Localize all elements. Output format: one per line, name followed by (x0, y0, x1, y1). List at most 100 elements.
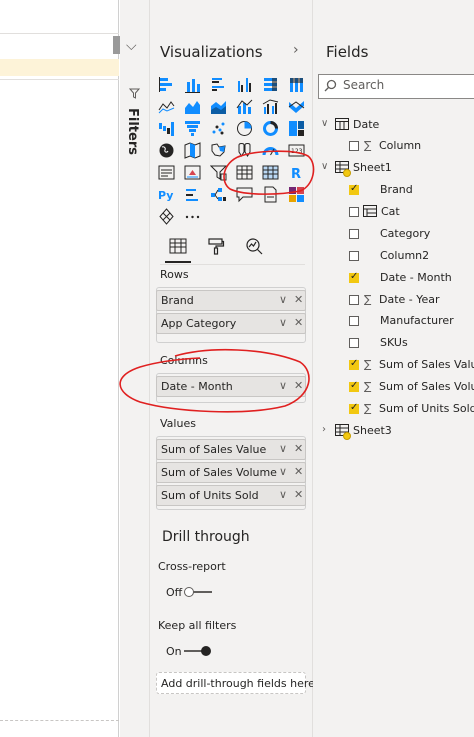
field-category[interactable]: Category (319, 225, 474, 245)
chevron-down-icon[interactable]: ⌵ (126, 38, 137, 54)
table-date[interactable]: ∨ Date (319, 116, 469, 136)
build-visual-tab[interactable] (166, 234, 190, 258)
chevron-down-icon[interactable]: ∨ (321, 118, 328, 129)
field-brand[interactable]: Brand (319, 181, 474, 201)
close-icon[interactable]: ✕ (294, 379, 303, 392)
chevron-down-icon[interactable]: ∨ (279, 293, 287, 306)
field-checkbox[interactable] (349, 206, 359, 217)
field-checkbox[interactable] (349, 316, 359, 327)
drill-through-dropzone[interactable]: Add drill-through fields here (156, 672, 315, 694)
line-chart-icon[interactable] (157, 97, 175, 115)
power-automate-icon[interactable] (157, 207, 175, 225)
field-date-column[interactable]: ∑ Column (319, 137, 469, 157)
multirow-card-icon[interactable] (157, 163, 175, 181)
format-tab[interactable] (204, 234, 228, 258)
python-visual-icon[interactable]: Py (157, 185, 175, 203)
field-column2[interactable]: Column2 (319, 247, 474, 267)
keep-filters-toggle[interactable] (184, 644, 214, 658)
qa-icon[interactable] (235, 185, 253, 203)
r-visual-icon[interactable]: R (287, 163, 305, 181)
field-checkbox[interactable] (349, 141, 359, 151)
chevron-right-icon[interactable]: › (322, 424, 326, 435)
close-icon[interactable]: ✕ (294, 442, 303, 455)
stacked-area-icon[interactable] (209, 97, 227, 115)
field-checkbox[interactable] (349, 380, 359, 393)
gauge-icon[interactable] (261, 141, 279, 159)
power-apps-icon[interactable] (287, 185, 305, 203)
fields-search-box[interactable] (318, 74, 474, 99)
field-date-month[interactable]: Date - Month (319, 269, 474, 289)
stacked-bar-icon[interactable] (157, 75, 175, 93)
stacked-column-icon[interactable] (183, 75, 201, 93)
chevron-right-icon[interactable]: › (293, 42, 299, 58)
ribbon-chart-icon[interactable] (287, 97, 305, 115)
magnifier-chart-icon (246, 238, 263, 255)
slicer-icon[interactable] (209, 163, 227, 181)
shape-map-icon[interactable] (209, 141, 227, 159)
values-field-units-sold[interactable]: Sum of Units Sold ∨ ✕ (156, 485, 306, 506)
close-icon[interactable]: ✕ (294, 316, 303, 329)
filters-label[interactable]: Filters (125, 108, 140, 155)
map-icon[interactable] (157, 141, 175, 159)
field-manufacturer[interactable]: Manufacturer (319, 312, 474, 332)
field-checkbox[interactable] (349, 271, 359, 283)
100-bar-icon[interactable] (261, 75, 279, 93)
scatter-icon[interactable] (209, 119, 227, 137)
field-checkbox[interactable] (349, 338, 359, 349)
clustered-column-icon[interactable] (235, 75, 253, 93)
kpi-icon[interactable] (183, 163, 201, 181)
100-column-icon[interactable] (287, 75, 305, 93)
analytics-tab[interactable] (242, 234, 266, 258)
values-field-sales-value[interactable]: Sum of Sales Value ∨ ✕ (156, 439, 306, 460)
field-sum-of-sales-value[interactable]: ∑ Sum of Sales Value (319, 356, 474, 376)
card-icon[interactable]: 123 (287, 141, 305, 159)
rows-field-brand[interactable]: Brand ∨ ✕ (156, 290, 306, 311)
cross-report-toggle[interactable] (184, 585, 214, 599)
table-visual-icon[interactable] (235, 163, 253, 181)
more-visuals-icon[interactable] (183, 207, 201, 225)
columns-field-date-month[interactable]: Date - Month ∨ ✕ (156, 376, 306, 397)
chevron-down-icon[interactable]: ∨ (279, 379, 287, 392)
field-sum-of-sales-volume[interactable]: ∑ Sum of Sales Volume (319, 378, 474, 398)
donut-chart-icon[interactable] (261, 119, 279, 137)
matrix-visual-icon[interactable] (261, 163, 279, 181)
field-checkbox[interactable] (349, 294, 359, 305)
chevron-down-icon[interactable]: ∨ (321, 161, 328, 172)
chevron-down-icon[interactable]: ∨ (279, 488, 287, 501)
key-influencers-icon[interactable] (183, 185, 201, 203)
area-chart-icon[interactable] (183, 97, 201, 115)
chevron-down-icon[interactable]: ∨ (279, 465, 287, 478)
field-checkbox[interactable] (349, 228, 359, 239)
field-checkbox[interactable] (349, 402, 359, 414)
close-icon[interactable]: ✕ (294, 488, 303, 501)
field-checkbox[interactable] (349, 183, 359, 195)
field-checkbox[interactable] (349, 358, 359, 371)
clustered-bar-icon[interactable] (209, 75, 227, 93)
chevron-down-icon[interactable]: ∨ (279, 316, 287, 329)
table-sheet3[interactable]: › Sheet3 (319, 422, 469, 442)
field-sum-of-units-sold[interactable]: ∑ Sum of Units Sold (319, 400, 474, 420)
decomposition-tree-icon[interactable] (209, 185, 227, 203)
funnel-chart-icon[interactable] (183, 119, 201, 137)
report-canvas[interactable] (0, 0, 122, 737)
close-icon[interactable]: ✕ (294, 465, 303, 478)
values-field-sales-volume[interactable]: Sum of Sales Volume ∨ ✕ (156, 462, 306, 483)
waterfall-icon[interactable] (157, 119, 175, 137)
field-name: Column (379, 139, 422, 152)
line-column-icon[interactable] (235, 97, 253, 115)
line-clustered-icon[interactable] (261, 97, 279, 115)
field-date-year[interactable]: ∑ Date - Year (319, 291, 474, 311)
field-cat[interactable]: Cat (319, 203, 474, 223)
field-checkbox[interactable] (349, 250, 359, 261)
azure-map-icon[interactable] (235, 141, 253, 159)
chevron-down-icon[interactable]: ∨ (279, 442, 287, 455)
paginated-report-icon[interactable] (261, 185, 279, 203)
field-skus[interactable]: SKUs (319, 334, 474, 354)
close-icon[interactable]: ✕ (294, 293, 303, 306)
rows-field-app-category[interactable]: App Category ∨ ✕ (156, 313, 306, 334)
filled-map-icon[interactable] (183, 141, 201, 159)
search-input[interactable] (343, 78, 473, 92)
table-sheet1[interactable]: ∨ Sheet1 (319, 159, 469, 179)
treemap-icon[interactable] (287, 119, 305, 137)
pie-chart-icon[interactable] (235, 119, 253, 137)
